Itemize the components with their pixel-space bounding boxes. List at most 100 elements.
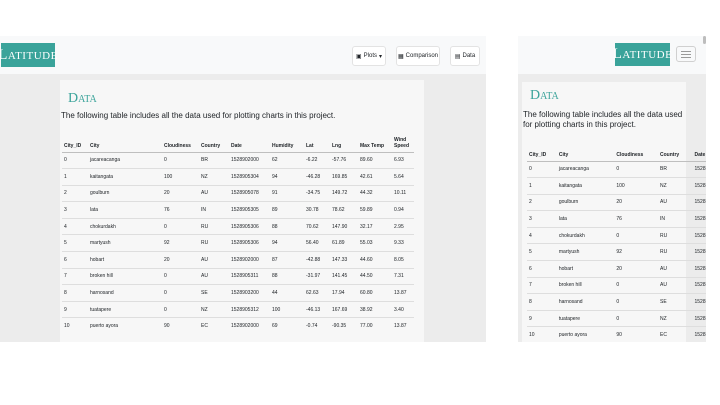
table-row: 10 puerto ayora 90 EC 1528 bbox=[527, 326, 706, 342]
column-header: Date bbox=[229, 130, 270, 153]
table-cell: 20 bbox=[162, 251, 199, 269]
table-cell: 94 bbox=[270, 168, 304, 186]
table-cell: goulburn bbox=[88, 184, 162, 202]
plots-dropdown-button[interactable]: ▣ Plots ▾ bbox=[352, 46, 386, 66]
table-cell: -34.75 bbox=[304, 184, 330, 202]
table-cell: 1528 bbox=[692, 226, 706, 244]
table-cell: 94 bbox=[270, 234, 304, 252]
table-cell: 0 bbox=[62, 151, 88, 169]
brand-logo[interactable]: Latitude bbox=[0, 43, 57, 67]
table-cell: 2.95 bbox=[392, 217, 414, 235]
table-cell: AU bbox=[199, 267, 229, 285]
table-cell: harnosand bbox=[88, 284, 162, 302]
table-cell: 20 bbox=[614, 193, 659, 211]
table-row: 2 goulburn 20 AU 1528905078 91 -34.75 149.72 44.… bbox=[62, 184, 414, 202]
table-row: 8 harnosand 0 SE 1528903200 44 62.63 17.94 60.80… bbox=[62, 284, 414, 302]
table-cell: RU bbox=[658, 243, 693, 261]
table-row: 1 kaitangata 100 NZ 1528905304 94 -46.28 169.85… bbox=[62, 168, 414, 186]
column-header: Max Temp bbox=[358, 130, 392, 153]
table-cell: broken hill bbox=[88, 267, 162, 285]
table-row: 8 harnosand 0 SE 1528 bbox=[527, 293, 706, 311]
table-cell: -57.76 bbox=[330, 151, 358, 169]
hamburger-icon[interactable] bbox=[676, 46, 696, 62]
table-cell: 44.60 bbox=[358, 251, 392, 269]
table-cell: -0.74 bbox=[304, 317, 330, 335]
table-cell: 77.00 bbox=[358, 317, 392, 335]
table-row: 4 chokurdakh 0 RU 1528905306 88 70.62 147.90 32.… bbox=[62, 217, 414, 235]
table-row: 6 hobart 20 AU 1528902000 87 -42.88 147.33 44.60… bbox=[62, 251, 414, 269]
table-cell: IN bbox=[199, 201, 229, 219]
table-cell: 44.32 bbox=[358, 184, 392, 202]
column-header: Country bbox=[658, 145, 693, 162]
table-cell: 20 bbox=[614, 260, 659, 278]
table-row: 4 chokurdakh 0 RU 1528 bbox=[527, 226, 706, 244]
table-cell: jacareacanga bbox=[88, 151, 162, 169]
desktop-view: Latitude ▣ Plots ▾ ▦ Comparison ▤ Data D… bbox=[0, 36, 486, 342]
table-cell: broken hill bbox=[556, 276, 615, 294]
table-cell: 1528905311 bbox=[229, 267, 270, 285]
table-cell: IN bbox=[658, 210, 693, 228]
table-cell: 44 bbox=[270, 284, 304, 302]
table-cell: 4 bbox=[527, 226, 557, 244]
table-cell: 0 bbox=[614, 160, 659, 178]
table-cell: 149.72 bbox=[330, 184, 358, 202]
column-header: City bbox=[88, 130, 162, 153]
table-cell: 1528905312 bbox=[229, 300, 270, 318]
data-button[interactable]: ▤ Data bbox=[450, 46, 480, 66]
table-cell: 1528 bbox=[692, 276, 706, 294]
table-cell: 89.60 bbox=[358, 151, 392, 169]
table-cell: 1 bbox=[62, 168, 88, 186]
table-cell: 1528 bbox=[692, 326, 706, 342]
table-cell: 0 bbox=[527, 160, 557, 178]
caret-down-icon: ▾ bbox=[379, 53, 383, 60]
table-cell: 17.94 bbox=[330, 284, 358, 302]
section-description: The following table includes all the dat… bbox=[61, 111, 336, 120]
table-cell: 0 bbox=[162, 300, 199, 318]
table-cell: 38.92 bbox=[358, 300, 392, 318]
table-cell: 1528905304 bbox=[229, 168, 270, 186]
comparison-button[interactable]: ▦ Comparison bbox=[396, 46, 440, 66]
table-cell: 1528905078 bbox=[229, 184, 270, 202]
table-cell: 0 bbox=[614, 226, 659, 244]
table-cell: 8 bbox=[62, 284, 88, 302]
column-header: City bbox=[556, 145, 615, 162]
column-header: City_ID bbox=[527, 145, 557, 162]
column-header: Country bbox=[199, 130, 229, 153]
hamburger-bar bbox=[681, 50, 691, 52]
mobile-data-table: City_ID City Cloudiness Country Date 0 jacare… bbox=[527, 145, 706, 342]
scrollbar-thumb[interactable] bbox=[703, 36, 706, 44]
table-cell: martyush bbox=[88, 234, 162, 252]
table-cell: AU bbox=[199, 251, 229, 269]
brand-logo[interactable]: Latitude bbox=[613, 43, 672, 66]
table-cell: 59.89 bbox=[358, 201, 392, 219]
table-cell: 60.80 bbox=[358, 284, 392, 302]
table-cell: 1528 bbox=[692, 160, 706, 178]
table-cell: NZ bbox=[658, 177, 693, 195]
table-cell: SE bbox=[658, 293, 693, 311]
data-table: City_ID City Cloudiness Country Date Humidity… bbox=[62, 130, 414, 335]
table-cell: 89 bbox=[270, 201, 304, 219]
table-cell: 9.33 bbox=[392, 234, 414, 252]
table-cell: 1528905305 bbox=[229, 201, 270, 219]
table-cell: 10.11 bbox=[392, 184, 414, 202]
table-icon: ▤ bbox=[454, 53, 461, 60]
table-cell: harnosand bbox=[556, 293, 615, 311]
column-header: Humidity bbox=[270, 130, 304, 153]
table-cell: 56.40 bbox=[304, 234, 330, 252]
table-cell: 1528 bbox=[692, 260, 706, 278]
column-header: Wind Speed bbox=[392, 130, 414, 153]
table-cell: 0 bbox=[162, 217, 199, 235]
table-cell: 1528903200 bbox=[229, 284, 270, 302]
table-cell: chokurdakh bbox=[88, 217, 162, 235]
table-cell: 5 bbox=[527, 243, 557, 261]
table-cell: 0 bbox=[614, 293, 659, 311]
mobile-data-section: Data The following table includes all th… bbox=[522, 82, 706, 342]
table-cell: 167.69 bbox=[330, 300, 358, 318]
table-cell: SE bbox=[199, 284, 229, 302]
table-cell: 100 bbox=[614, 177, 659, 195]
table-cell: AU bbox=[658, 260, 693, 278]
table-cell: 1528902000 bbox=[229, 317, 270, 335]
table-cell: 78.62 bbox=[330, 201, 358, 219]
table-cell: 88 bbox=[270, 267, 304, 285]
table-row: 1 kaitangata 100 NZ 1528 bbox=[527, 177, 706, 195]
